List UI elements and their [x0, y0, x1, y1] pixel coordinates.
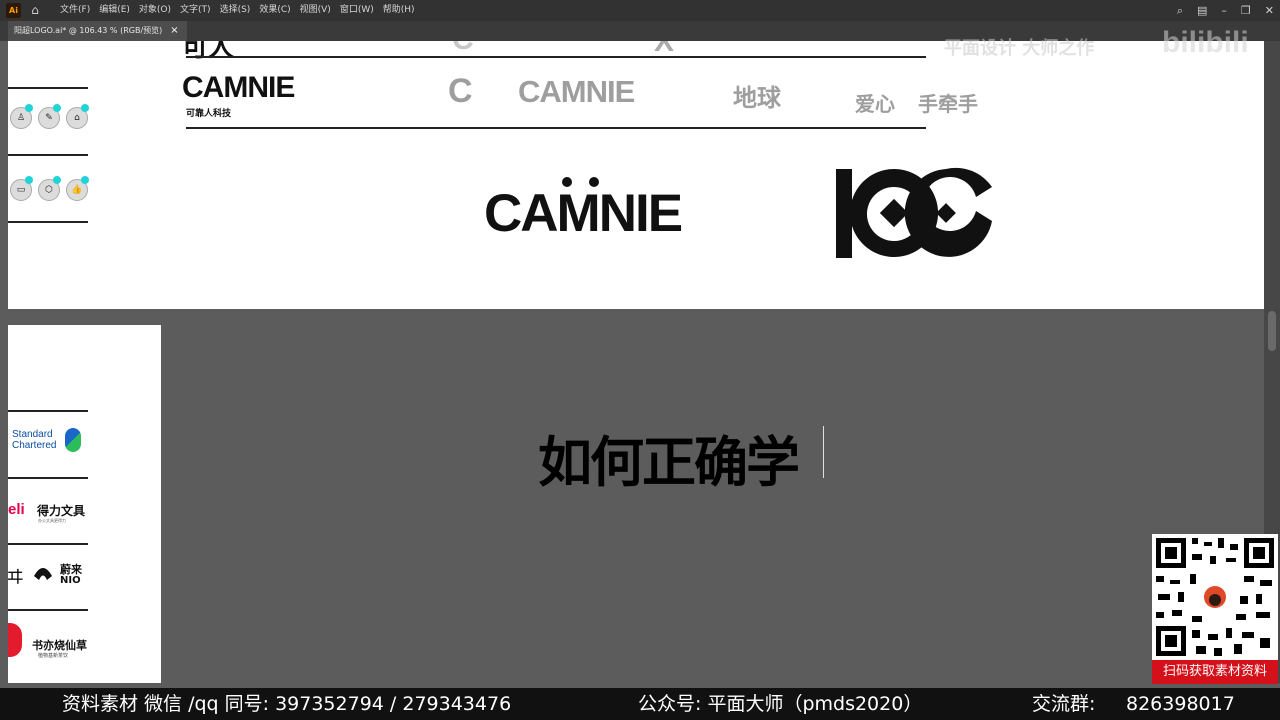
divider-line — [8, 154, 88, 156]
menu-type[interactable]: 文字(T) — [180, 0, 211, 21]
divider-line — [8, 221, 88, 223]
shuyi-brand: 书亦烧仙草 — [32, 639, 87, 652]
deli-name: 得力文具 — [37, 504, 86, 518]
divider-line — [8, 87, 88, 89]
unity-badge — [25, 176, 33, 184]
bilibili-watermark: bilibili — [1162, 26, 1249, 59]
artboard-left[interactable]: Standard Chartered eli 得力文具 办公文具更得力 ヰ 蔚来… — [8, 325, 161, 683]
concept-earth: 地球 — [733, 85, 781, 112]
qr-code-pattern — [1156, 538, 1274, 656]
standard-chartered-line1: Standard — [12, 429, 53, 440]
artboard-top[interactable]: 可人 C X ♙ ✎ ⌂ ▭ ⬡ 👍 CAMNIE 可靠人科技 C CAMNIE… — [8, 41, 1264, 309]
menu-edit[interactable]: 编辑(E) — [99, 0, 130, 21]
menu-effect[interactable]: 效果(C) — [259, 0, 290, 21]
banner-group-number: 826398017 — [1126, 693, 1235, 715]
nio-sub: NIO — [60, 575, 81, 586]
scrollbar-thumb[interactable] — [1268, 311, 1276, 351]
divider-line — [186, 56, 926, 58]
camnie-logo-large: CAMNIE — [484, 184, 683, 243]
home-icon[interactable]: ⌂ — [27, 3, 43, 18]
qr-caption: 扫码获取素材资料 — [1152, 660, 1278, 684]
menu-help[interactable]: 帮助(H) — [383, 0, 415, 21]
banner-official-account: 公众号: 平面大师（pmds2020） — [638, 693, 923, 715]
concept-letter-c: C — [448, 72, 473, 110]
icon-row-2: ▭ ⬡ 👍 — [10, 176, 89, 201]
responsibility-badge — [81, 104, 89, 112]
banner-contact: 资料素材 微信 /qq 同号: 397352794 / 279343476 — [62, 693, 512, 715]
unity-icon: ▭ — [10, 176, 33, 201]
divider-line — [8, 543, 88, 545]
culture-icon: ✎ — [38, 104, 61, 129]
minimize-icon[interactable]: – — [1221, 0, 1227, 21]
deli-brand: eli — [8, 501, 25, 518]
standard-chartered-line2: Chartered — [12, 440, 57, 451]
camnie-logo-small: CAMNIE — [182, 71, 295, 104]
concept-hands: 手牵手 — [918, 94, 978, 116]
nio-icon — [32, 564, 54, 582]
partial-logo-glyph: ヰ — [8, 567, 24, 588]
divider-line — [8, 477, 88, 479]
workspace-icon[interactable]: ▤ — [1197, 0, 1207, 21]
menu-list: 文件(F) 编辑(E) 对象(O) 文字(T) 选择(S) 效果(C) 视图(V… — [60, 0, 415, 21]
banner-group-label: 交流群: — [1032, 693, 1096, 715]
shuyi-mascot-icon — [8, 623, 22, 657]
tab-close-icon[interactable]: × — [170, 21, 178, 41]
icon-row-1: ♙ ✎ ⌂ — [10, 104, 89, 129]
menu-view[interactable]: 视图(V) — [300, 0, 331, 21]
standard-chartered-icon — [65, 428, 81, 452]
restore-icon[interactable]: ❐ — [1241, 0, 1251, 21]
document-tab[interactable]: 阳超LOGO.ai* @ 106.43 % (RGB/预览) × — [8, 21, 187, 41]
canvas-text[interactable]: 如何正确学 — [538, 418, 800, 497]
responsibility-icon: ⌂ — [66, 104, 89, 129]
tab-title: 阳超LOGO.ai* @ 106.43 % (RGB/预览) — [14, 26, 163, 35]
divider-line — [186, 127, 926, 129]
text-cursor — [823, 426, 824, 478]
app-logo-icon: Ai — [6, 3, 21, 18]
like-icon: 👍 — [66, 176, 89, 201]
watermark-text: 平面设计 大师之作 — [944, 38, 1095, 59]
menu-select[interactable]: 选择(S) — [220, 0, 251, 21]
service-badge — [25, 104, 33, 112]
menu-object[interactable]: 对象(O) — [139, 0, 171, 21]
close-icon[interactable]: ✕ — [1265, 0, 1274, 21]
concept-camnie-grey: CAMNIE — [518, 74, 635, 109]
standard-chartered-logo: Standard Chartered — [12, 429, 56, 451]
stable-icon: ⬡ — [38, 176, 61, 201]
clipped-header-c: C — [452, 41, 474, 57]
shuyi-sub: 植物基新茶饮 — [38, 653, 69, 659]
bottom-banner: 资料素材 微信 /qq 同号: 397352794 / 279343476 公众… — [0, 688, 1280, 720]
camnie-logo-subtitle: 可靠人科技 — [186, 109, 232, 119]
clipped-header-text: 可人 — [182, 41, 235, 63]
menu-window[interactable]: 窗口(W) — [340, 0, 374, 21]
service-icon: ♙ — [10, 104, 33, 129]
deli-slogan: 办公文具更得力 — [38, 518, 66, 523]
like-badge — [81, 176, 89, 184]
menu-file[interactable]: 文件(F) — [60, 0, 90, 21]
qr-code — [1152, 534, 1278, 660]
monogram-logo — [836, 167, 992, 258]
search-icon[interactable]: ⌕ — [1177, 0, 1183, 21]
window-controls: ⌕ ▤ – ❐ ✕ — [1177, 0, 1274, 21]
divider-line — [8, 609, 88, 611]
concept-heart: 爱心 — [855, 94, 895, 116]
stable-badge — [53, 176, 61, 184]
menu-bar: Ai ⌂ 文件(F) 编辑(E) 对象(O) 文字(T) 选择(S) 效果(C)… — [0, 0, 1280, 21]
culture-badge — [53, 104, 61, 112]
divider-line — [8, 410, 88, 412]
